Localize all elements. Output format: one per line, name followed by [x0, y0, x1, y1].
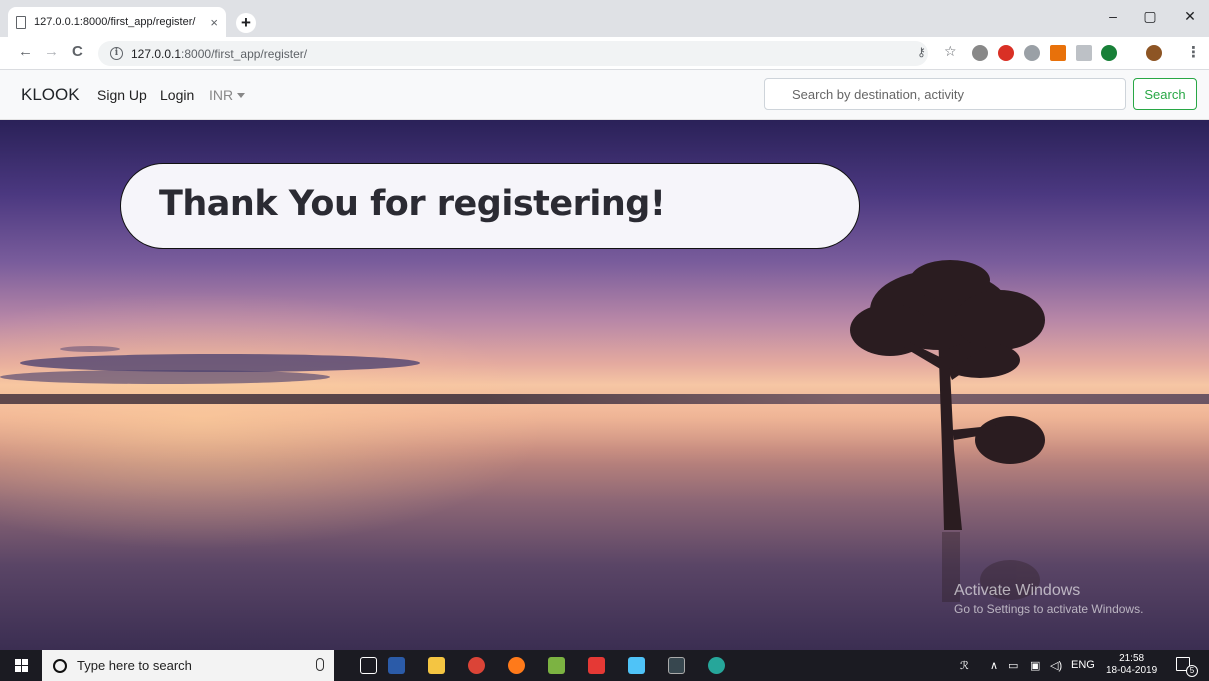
notepad-app-icon[interactable]	[548, 657, 565, 674]
signup-link[interactable]: Sign Up	[97, 87, 147, 103]
chrome-icon[interactable]	[468, 657, 485, 674]
reload-button[interactable]: C	[72, 43, 83, 60]
browser-tab-strip: 127.0.0.1:8000/first_app/register/ × + –…	[0, 0, 1209, 37]
key-icon[interactable]: ⚷	[917, 45, 926, 59]
tree-silhouette	[850, 260, 1045, 602]
currency-dropdown[interactable]: INR	[209, 87, 246, 103]
login-link[interactable]: Login	[160, 87, 194, 103]
profile-avatar-icon[interactable]	[1146, 45, 1162, 61]
file-explorer-icon[interactable]	[428, 657, 445, 674]
site-navbar: KLOOK Sign Up Login INR Search	[0, 70, 1209, 120]
battery-icon[interactable]: ▭	[1008, 659, 1018, 672]
watermark-subtitle: Go to Settings to activate Windows.	[954, 602, 1144, 616]
forward-button[interactable]: →	[44, 43, 59, 60]
url-path: :8000/first_app/register/	[181, 46, 308, 61]
currency-label: INR	[209, 87, 234, 103]
address-bar[interactable]: i 127.0.0.1:8000/first_app/register/	[98, 41, 928, 66]
volume-icon[interactable]: ◁)	[1050, 659, 1062, 672]
people-icon[interactable]: ℛ	[960, 659, 969, 672]
taskbar-search-box[interactable]: Type here to search	[42, 650, 334, 681]
hero-background: Thank You for registering! Activate Wind…	[0, 120, 1209, 650]
chevron-up-icon[interactable]: ∧	[990, 659, 998, 672]
minimize-button[interactable]: –	[1098, 8, 1128, 24]
windows-start-icon[interactable]	[15, 659, 29, 673]
firefox-icon[interactable]	[508, 657, 525, 674]
taskbar-clock[interactable]: 21:58 18-04-2019	[1106, 653, 1157, 677]
back-button[interactable]: ←	[18, 43, 33, 60]
thank-you-banner: Thank You for registering!	[120, 163, 860, 249]
windows-taskbar: Type here to search ℛ ∧ ▭ ▣ ◁) ENG 21:58…	[0, 650, 1209, 681]
cortana-icon	[53, 658, 67, 673]
search-button[interactable]: Search	[1133, 78, 1197, 110]
tab-close-icon[interactable]: ×	[210, 15, 218, 30]
extension-icon[interactable]	[998, 45, 1014, 61]
new-tab-button[interactable]: +	[236, 13, 256, 33]
colorful-app-icon[interactable]	[588, 657, 605, 674]
thank-you-message: Thank You for registering!	[159, 184, 666, 224]
activate-windows-watermark: Activate Windows Go to Settings to activ…	[954, 582, 1143, 616]
menu-kebab-icon[interactable]: ⋮	[1186, 43, 1201, 61]
pen-app-icon[interactable]	[628, 657, 645, 674]
task-view-icon[interactable]	[360, 657, 377, 674]
language-indicator[interactable]: ENG	[1071, 659, 1095, 671]
extension-icon[interactable]	[1101, 45, 1117, 61]
close-window-button[interactable]: ✕	[1175, 8, 1205, 25]
extension-icon[interactable]	[972, 45, 988, 61]
watermark-title: Activate Windows	[954, 582, 1081, 599]
page-icon	[16, 15, 26, 29]
microphone-icon[interactable]	[316, 658, 324, 671]
cloud	[0, 370, 330, 384]
caret-down-icon	[237, 93, 246, 98]
extension-icon[interactable]	[1076, 45, 1092, 61]
cloud	[60, 346, 120, 352]
atom-app-icon[interactable]	[708, 657, 725, 674]
network-icon[interactable]: ▣	[1030, 659, 1040, 672]
clock-date: 18-04-2019	[1106, 665, 1158, 676]
tab-title: 127.0.0.1:8000/first_app/register/	[34, 16, 196, 28]
notification-count-badge: 5	[1186, 665, 1198, 677]
brand-logo[interactable]: KLOOK	[21, 85, 80, 105]
bookmark-star-icon[interactable]: ☆	[944, 43, 957, 60]
taskbar-search-placeholder: Type here to search	[77, 658, 192, 673]
maximize-button[interactable]: ▢	[1135, 8, 1165, 25]
cloud	[20, 354, 420, 372]
extension-icon[interactable]	[1024, 45, 1040, 61]
browser-toolbar: ← → C i 127.0.0.1:8000/first_app/registe…	[0, 37, 1209, 70]
media-app-icon[interactable]	[388, 657, 405, 674]
terminal-icon[interactable]	[668, 657, 685, 674]
browser-tab[interactable]: 127.0.0.1:8000/first_app/register/ ×	[8, 7, 226, 37]
search-input[interactable]	[764, 78, 1126, 110]
site-info-icon[interactable]: i	[110, 47, 123, 60]
extension-icon[interactable]	[1050, 45, 1066, 61]
clock-time: 21:58	[1119, 653, 1145, 664]
url-host: 127.0.0.1	[131, 46, 182, 61]
